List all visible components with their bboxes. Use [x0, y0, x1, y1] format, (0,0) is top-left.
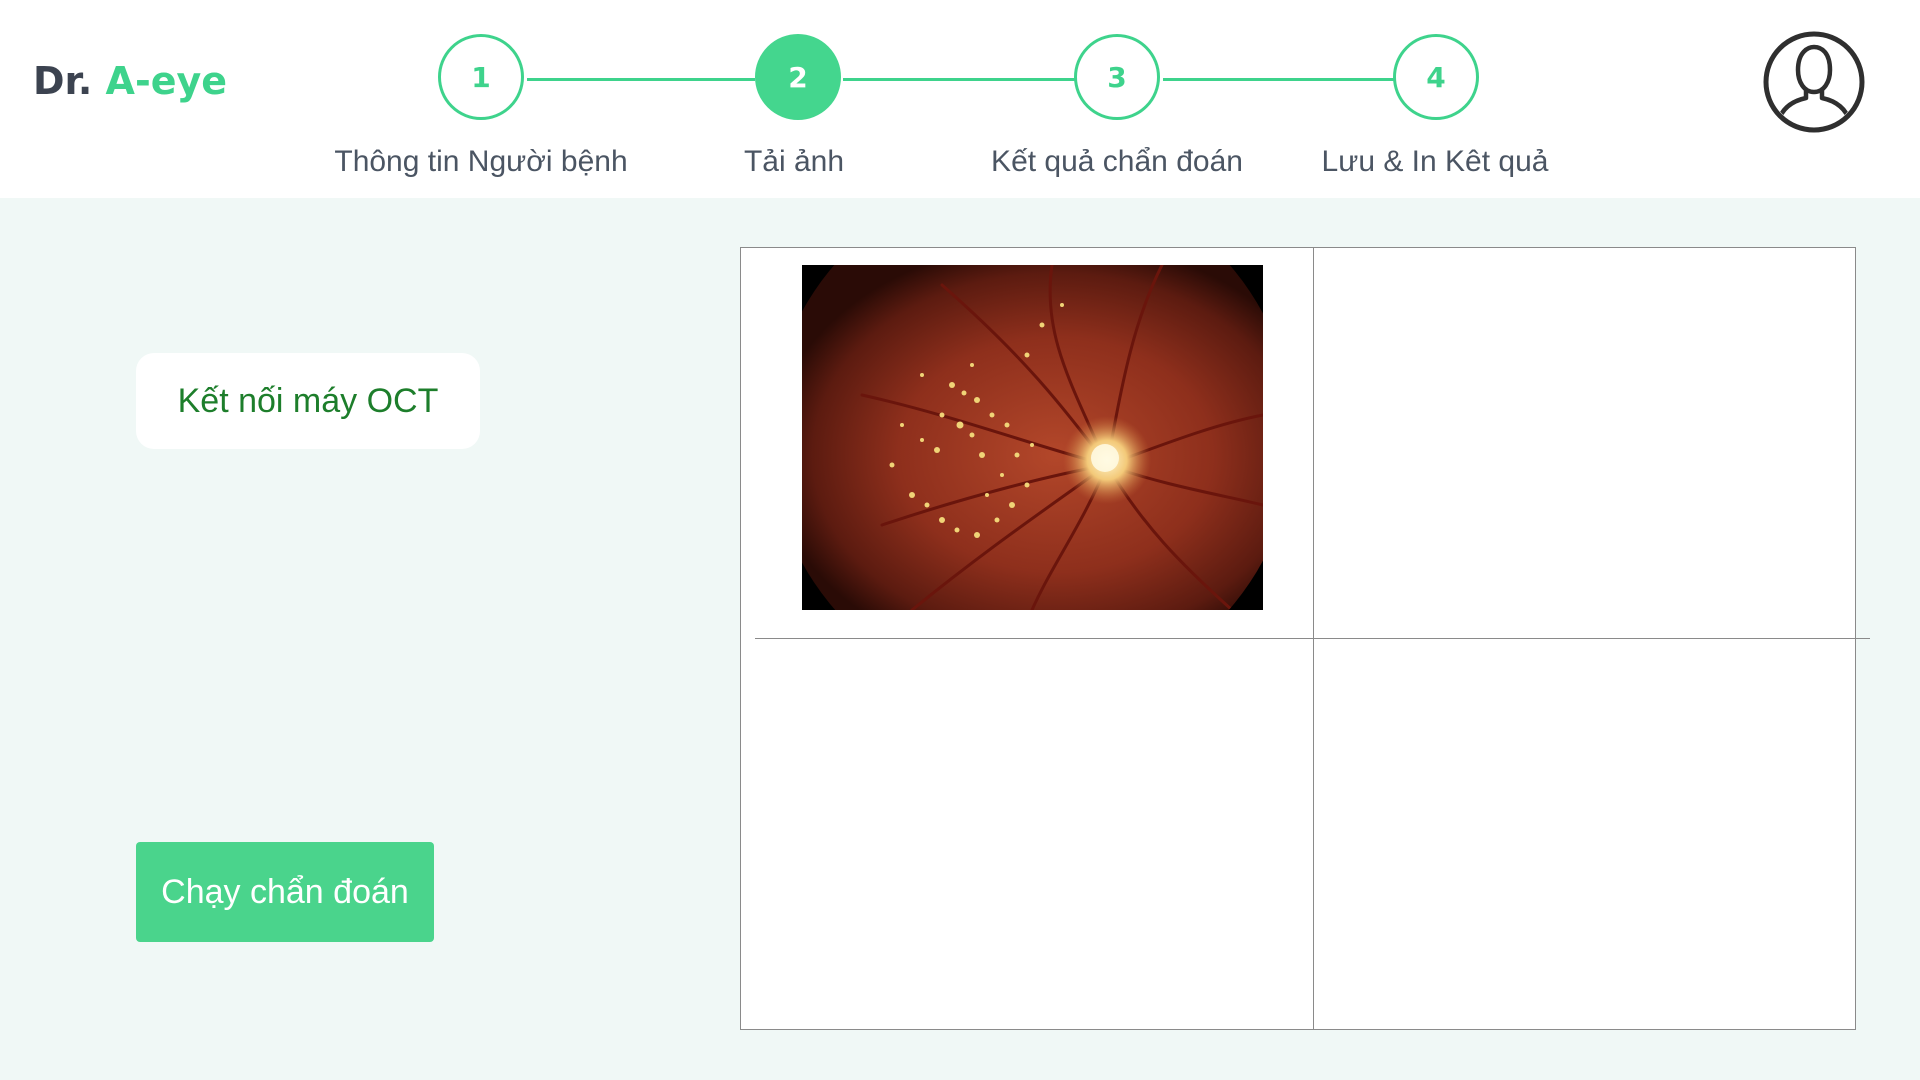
app-logo: Dr. A-eye [33, 56, 227, 106]
header: Dr. A-eye 1 2 3 4 Thông tin Người bệnh T… [0, 0, 1920, 198]
step-2-number: 2 [788, 60, 808, 94]
step-connector-3-4 [1163, 78, 1395, 81]
step-1-label: Thông tin Người bệnh [334, 145, 628, 178]
image-slot-2[interactable] [1314, 248, 1857, 638]
user-profile-icon[interactable] [1762, 30, 1866, 134]
step-3-label: Kết quả chẩn đoán [991, 145, 1243, 178]
image-slot-1[interactable] [741, 248, 1313, 638]
connect-oct-button[interactable]: Kết nối máy OCT [136, 353, 480, 449]
step-3-circle[interactable]: 3 [1074, 34, 1160, 120]
image-grid [740, 247, 1870, 1030]
connect-oct-label: Kết nối máy OCT [177, 381, 439, 420]
step-4-label: Lưu & In Kêt quả [1321, 145, 1549, 178]
fundus-image [802, 265, 1263, 610]
step-2-circle[interactable]: 2 [755, 34, 841, 120]
step-4-circle[interactable]: 4 [1393, 34, 1479, 120]
step-4-number: 4 [1426, 60, 1446, 94]
step-3-number: 3 [1107, 60, 1127, 94]
step-connector-2-3 [843, 78, 1075, 81]
image-slot-4[interactable] [1314, 639, 1857, 1029]
step-connector-1-2 [527, 78, 755, 81]
image-slot-3[interactable] [741, 639, 1313, 1029]
step-2-label: Tải ảnh [743, 145, 845, 178]
run-diagnosis-button[interactable]: Chạy chẩn đoán [136, 842, 434, 942]
run-diagnosis-label: Chạy chẩn đoán [161, 872, 409, 911]
logo-brand: A-eye [105, 59, 228, 103]
logo-prefix: Dr. [33, 59, 93, 103]
step-1-number: 1 [471, 60, 491, 94]
step-1-circle[interactable]: 1 [438, 34, 524, 120]
